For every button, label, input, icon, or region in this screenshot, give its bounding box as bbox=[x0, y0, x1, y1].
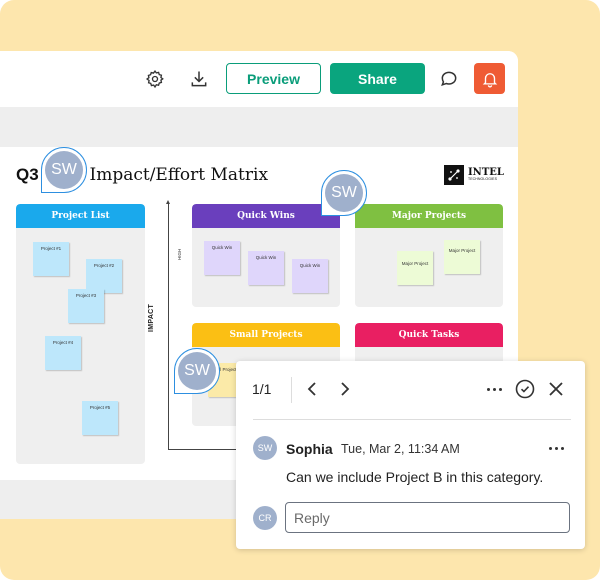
toolbar: Preview Share bbox=[0, 51, 518, 107]
sticky-note[interactable]: Project #1 bbox=[33, 242, 69, 276]
preview-button[interactable]: Preview bbox=[226, 63, 321, 94]
avatar: SW bbox=[45, 151, 83, 189]
divider bbox=[253, 419, 571, 420]
reply-avatar: CR bbox=[253, 506, 277, 530]
comment-more-icon[interactable] bbox=[547, 438, 565, 458]
sticky-note[interactable]: Major Project bbox=[397, 251, 433, 285]
quick-tasks-header: Quick Tasks bbox=[355, 323, 503, 347]
major-projects-header: Major Projects bbox=[355, 204, 503, 228]
avatar: SW bbox=[325, 174, 363, 212]
chevron-right-icon[interactable] bbox=[336, 379, 354, 399]
sticky-note[interactable]: Quick Win bbox=[292, 259, 328, 293]
comment-pin[interactable]: SW bbox=[321, 170, 367, 216]
project-list-panel: Project List Project #1 Project #2 Proje… bbox=[16, 204, 145, 464]
sticky-note[interactable]: Project #2 bbox=[86, 259, 122, 293]
major-projects-panel: Major Projects Major Project Major Proje… bbox=[355, 204, 503, 307]
close-icon[interactable] bbox=[547, 379, 565, 399]
avatar: SW bbox=[178, 352, 216, 390]
sticky-note[interactable]: Major Project bbox=[444, 240, 480, 274]
comment-card: 1/1 SW Sophia Tue, Mar 2, 11:34 AM Can w… bbox=[236, 361, 585, 549]
impact-axis bbox=[168, 203, 169, 450]
chevron-left-icon[interactable] bbox=[303, 379, 321, 399]
share-button[interactable]: Share bbox=[330, 63, 425, 94]
sticky-note[interactable]: Quick Win bbox=[248, 251, 284, 285]
reply-input[interactable] bbox=[285, 502, 570, 533]
notifications-button[interactable] bbox=[474, 63, 505, 94]
project-list-header: Project List bbox=[16, 204, 145, 228]
author-avatar: SW bbox=[253, 436, 277, 460]
quick-wins-header: Quick Wins bbox=[192, 204, 340, 228]
download-icon[interactable] bbox=[187, 67, 211, 91]
divider bbox=[291, 377, 292, 403]
more-options-icon[interactable] bbox=[484, 379, 504, 399]
sticky-note[interactable]: Project #4 bbox=[45, 336, 81, 370]
high-label: HIGH bbox=[177, 248, 182, 260]
gear-icon[interactable] bbox=[143, 67, 167, 91]
comment-author: Sophia bbox=[286, 441, 333, 457]
quick-wins-panel: Quick Wins Quick Win Quick Win Quick Win bbox=[192, 204, 340, 307]
company-logo: INTEL TECHNOLOGIES bbox=[444, 165, 504, 185]
sticky-note[interactable]: Quick Win bbox=[204, 241, 240, 275]
bell-icon bbox=[482, 72, 497, 87]
comment-text: Can we include Project B in this categor… bbox=[286, 469, 544, 485]
resolve-check-icon[interactable] bbox=[514, 378, 536, 400]
small-projects-header: Small Projects bbox=[192, 323, 340, 347]
sticky-note[interactable]: Project #3 bbox=[68, 289, 104, 323]
logo-icon bbox=[444, 165, 464, 185]
comment-pin[interactable]: SW bbox=[41, 147, 87, 193]
comment-pin[interactable]: SW bbox=[174, 348, 220, 394]
impact-label: IMPACT bbox=[148, 303, 155, 332]
comment-counter: 1/1 bbox=[252, 381, 272, 397]
sticky-note[interactable]: Project #5 bbox=[82, 401, 118, 435]
comment-timestamp: Tue, Mar 2, 11:34 AM bbox=[341, 442, 460, 456]
comment-icon[interactable] bbox=[437, 67, 461, 91]
